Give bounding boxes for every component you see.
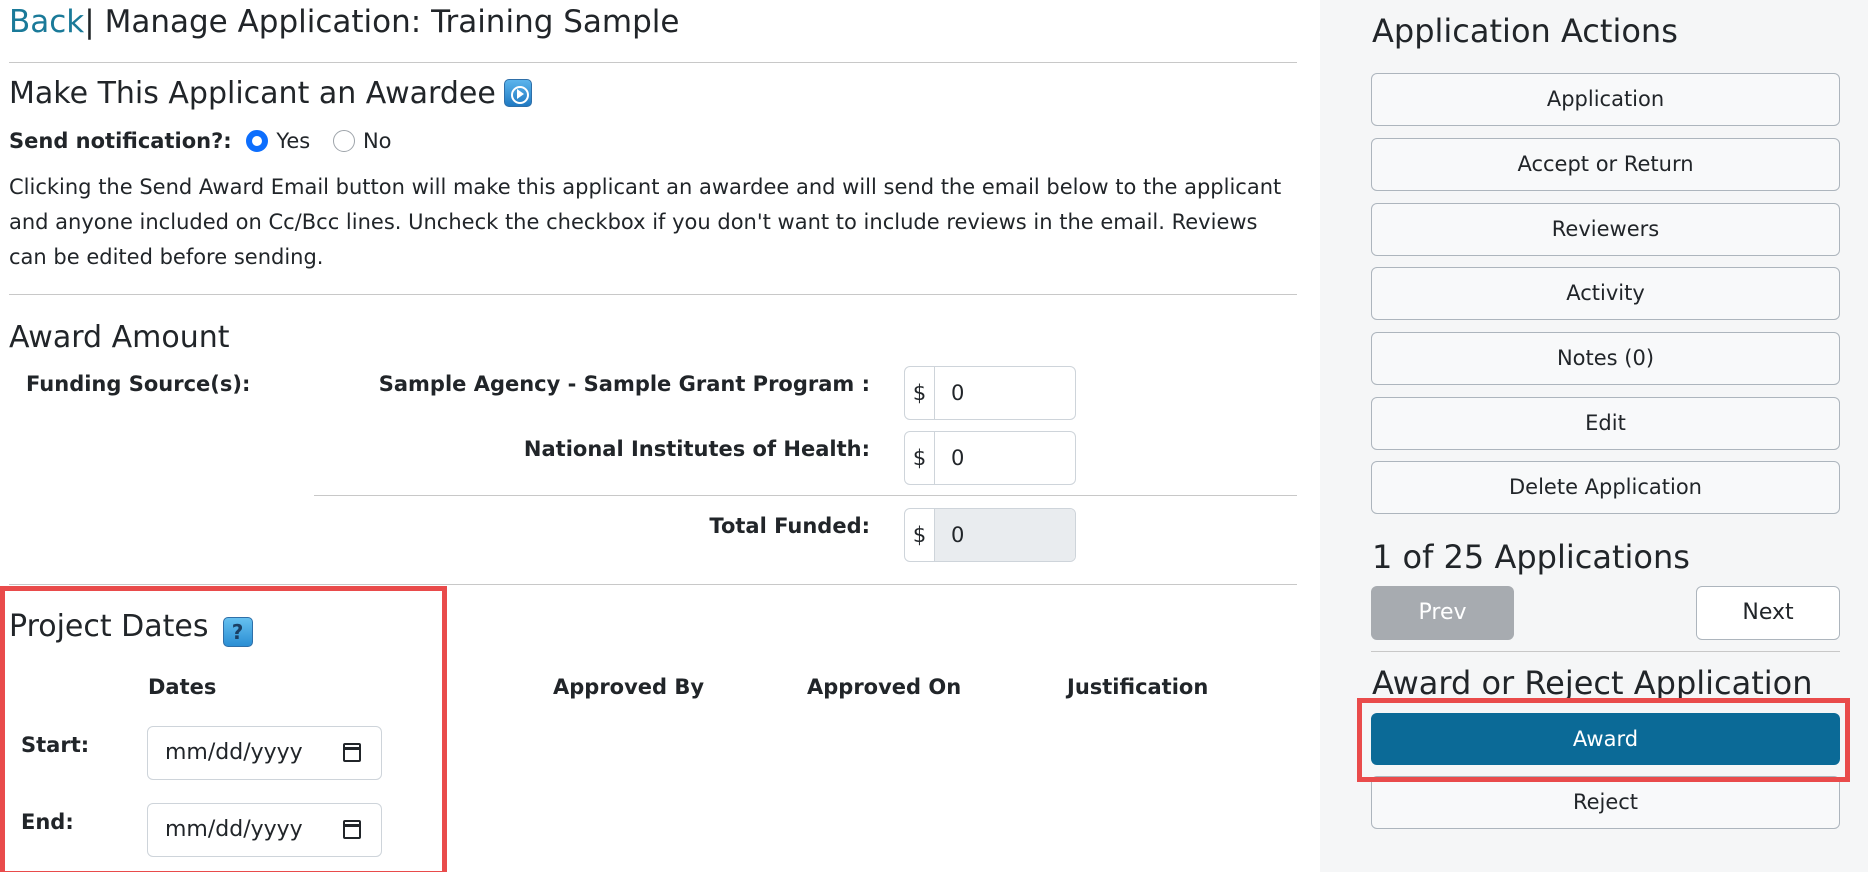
total-funded-value: 0 — [951, 523, 965, 547]
notify-no-label: No — [362, 129, 392, 153]
notify-yes-radio[interactable] — [246, 130, 269, 152]
divider — [1371, 651, 1840, 652]
column-header-approved-on: Approved On — [807, 675, 962, 699]
awardee-section-title: Make This Applicant an Awardee — [9, 75, 532, 113]
delete-application-button[interactable]: Delete Application — [1371, 461, 1840, 514]
currency-addon: $ — [905, 432, 935, 484]
column-header-approved-by: Approved By — [553, 675, 705, 699]
pager-title: 1 of 25 Applications — [1372, 538, 1690, 576]
back-link[interactable]: Back — [9, 4, 84, 40]
page-title-text: Manage Application: Training Sample — [104, 4, 680, 40]
funding-amount-value: 0 — [951, 381, 965, 405]
video-play-icon[interactable] — [503, 79, 532, 107]
activity-button[interactable]: Activity — [1371, 267, 1840, 320]
highlight-box-project-dates — [0, 586, 447, 872]
currency-addon: $ — [905, 509, 935, 561]
divider — [314, 495, 1297, 496]
application-actions-title: Application Actions — [1372, 12, 1678, 50]
notification-label: Send notification?: — [9, 129, 232, 153]
main-content: Back| Manage Application: Training Sampl… — [0, 0, 1320, 872]
title-separator: | — [84, 4, 95, 40]
notification-row: Send notification?: Yes No — [9, 126, 392, 156]
divider — [9, 62, 1297, 63]
prev-button[interactable]: Prev — [1371, 586, 1514, 640]
funding-source-label: National Institutes of Health: — [523, 437, 870, 461]
reject-button[interactable]: Reject — [1371, 776, 1840, 829]
funding-amount-value: 0 — [951, 446, 965, 470]
total-funded-field: $ 0 — [904, 508, 1076, 562]
application-button[interactable]: Application — [1371, 73, 1840, 126]
award-or-reject-title: Award or Reject Application — [1372, 664, 1813, 702]
divider — [9, 584, 1297, 585]
currency-addon: $ — [905, 367, 935, 419]
funding-amount-input[interactable]: $ 0 — [904, 366, 1076, 420]
awardee-title-text: Make This Applicant an Awardee — [9, 76, 496, 111]
column-header-justification: Justification — [1067, 675, 1209, 699]
award-amount-title: Award Amount — [9, 320, 230, 355]
total-funded-label: Total Funded: — [709, 514, 870, 538]
highlight-box-award — [1357, 698, 1850, 782]
divider — [9, 294, 1297, 295]
funding-amount-input[interactable]: $ 0 — [904, 431, 1076, 485]
next-button[interactable]: Next — [1696, 586, 1840, 640]
funding-sources-label: Funding Source(s): — [26, 372, 251, 396]
edit-button[interactable]: Edit — [1371, 397, 1840, 450]
notes-button[interactable]: Notes (0) — [1371, 332, 1840, 385]
notify-yes-label: Yes — [276, 129, 311, 153]
notify-no-radio[interactable] — [332, 130, 355, 152]
funding-source-label: Sample Agency - Sample Grant Program : — [378, 372, 870, 396]
accept-or-return-button[interactable]: Accept or Return — [1371, 138, 1840, 191]
reviewers-button[interactable]: Reviewers — [1371, 203, 1840, 256]
page-title: Back| Manage Application: Training Sampl… — [9, 2, 680, 42]
award-description: Clicking the Send Award Email button wil… — [9, 175, 1282, 269]
